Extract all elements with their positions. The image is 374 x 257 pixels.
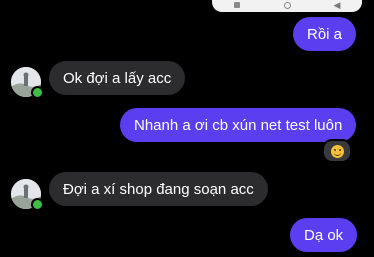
incoming-message[interactable]: Đợi a xí shop đang soạn acc <box>49 172 268 206</box>
message-text: Nhanh a ơi cb xún net test luôn <box>134 116 343 134</box>
outgoing-message[interactable]: Rồi a <box>293 17 357 51</box>
message-text: Đợi a xí shop đang soạn acc <box>63 180 254 198</box>
outgoing-message[interactable]: Dạ ok <box>290 218 358 252</box>
smiling-face-emoji-icon <box>330 144 344 158</box>
message-text: Dạ ok <box>304 226 344 244</box>
home-icon[interactable] <box>280 0 294 10</box>
message-reaction[interactable] <box>322 139 352 163</box>
back-icon[interactable]: ◀ <box>330 0 344 10</box>
online-status-indicator <box>31 198 44 211</box>
message-text: Rồi a <box>307 25 343 43</box>
recent-apps-icon[interactable] <box>230 0 244 10</box>
online-status-indicator <box>31 86 44 99</box>
message-text: Ok đợi a lấy acc <box>63 69 172 87</box>
system-navigation-bar: ◀ <box>212 0 362 12</box>
incoming-message[interactable]: Ok đợi a lấy acc <box>49 61 186 95</box>
outgoing-message[interactable]: Nhanh a ơi cb xún net test luôn <box>120 108 357 142</box>
